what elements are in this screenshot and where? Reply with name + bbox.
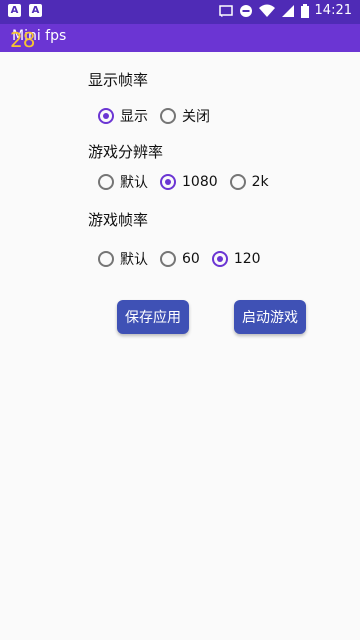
radio-label: 关闭 (182, 109, 210, 125)
do-not-disturb-icon (239, 4, 253, 18)
radio-unchecked-icon (160, 251, 176, 267)
radio-unchecked-icon (98, 251, 114, 267)
save-apply-button[interactable]: 保存应用 (117, 300, 189, 334)
notification-icon: A (8, 4, 21, 17)
radio-label: 默认 (120, 175, 148, 191)
radio-checked-icon (211, 251, 228, 267)
radio-fps-default[interactable]: 默认 (98, 249, 148, 269)
radio-group-show-fps: 显示 关闭 (98, 106, 222, 126)
radio-fps-120[interactable]: 120 (211, 251, 261, 267)
cast-icon (218, 4, 233, 18)
radio-label: 1080 (182, 174, 218, 190)
radio-group-game-fps: 默认 60 120 (98, 249, 273, 269)
radio-unchecked-icon (98, 174, 114, 190)
signal-icon (281, 4, 295, 18)
wifi-icon (258, 4, 275, 18)
launch-game-button[interactable]: 启动游戏 (234, 300, 306, 334)
notification-icon: A (29, 4, 42, 17)
status-time: 14:21 (314, 3, 352, 18)
radio-checked-icon (160, 174, 176, 190)
radio-off[interactable]: 关闭 (160, 106, 210, 126)
battery-icon (300, 3, 309, 18)
radio-show[interactable]: 显示 (98, 106, 148, 126)
radio-label: 2k (251, 174, 269, 190)
section-title-resolution: 游戏分辨率 (88, 143, 164, 161)
section-title-game-fps: 游戏帧率 (88, 211, 149, 229)
radio-resolution-2k[interactable]: 2k (229, 174, 269, 190)
radio-label: 120 (233, 251, 261, 267)
radio-checked-icon (98, 108, 114, 124)
fps-overlay: 28 (10, 28, 36, 52)
radio-unchecked-icon (229, 174, 246, 190)
radio-resolution-default[interactable]: 默认 (98, 172, 148, 192)
radio-unchecked-icon (160, 108, 176, 124)
status-right-icons: 14:21 (218, 3, 352, 18)
status-bar: A A 14:21 (0, 0, 360, 24)
radio-fps-60[interactable]: 60 (160, 251, 200, 267)
radio-group-resolution: 默认 1080 2k (98, 172, 281, 192)
radio-label: 60 (182, 251, 200, 267)
radio-label: 显示 (120, 109, 148, 125)
section-title-show-fps: 显示帧率 (88, 71, 149, 89)
app-bar: Mini fps (0, 24, 360, 52)
status-left-icons: A A (8, 4, 42, 17)
radio-label: 默认 (120, 252, 148, 268)
radio-resolution-1080[interactable]: 1080 (160, 174, 218, 190)
